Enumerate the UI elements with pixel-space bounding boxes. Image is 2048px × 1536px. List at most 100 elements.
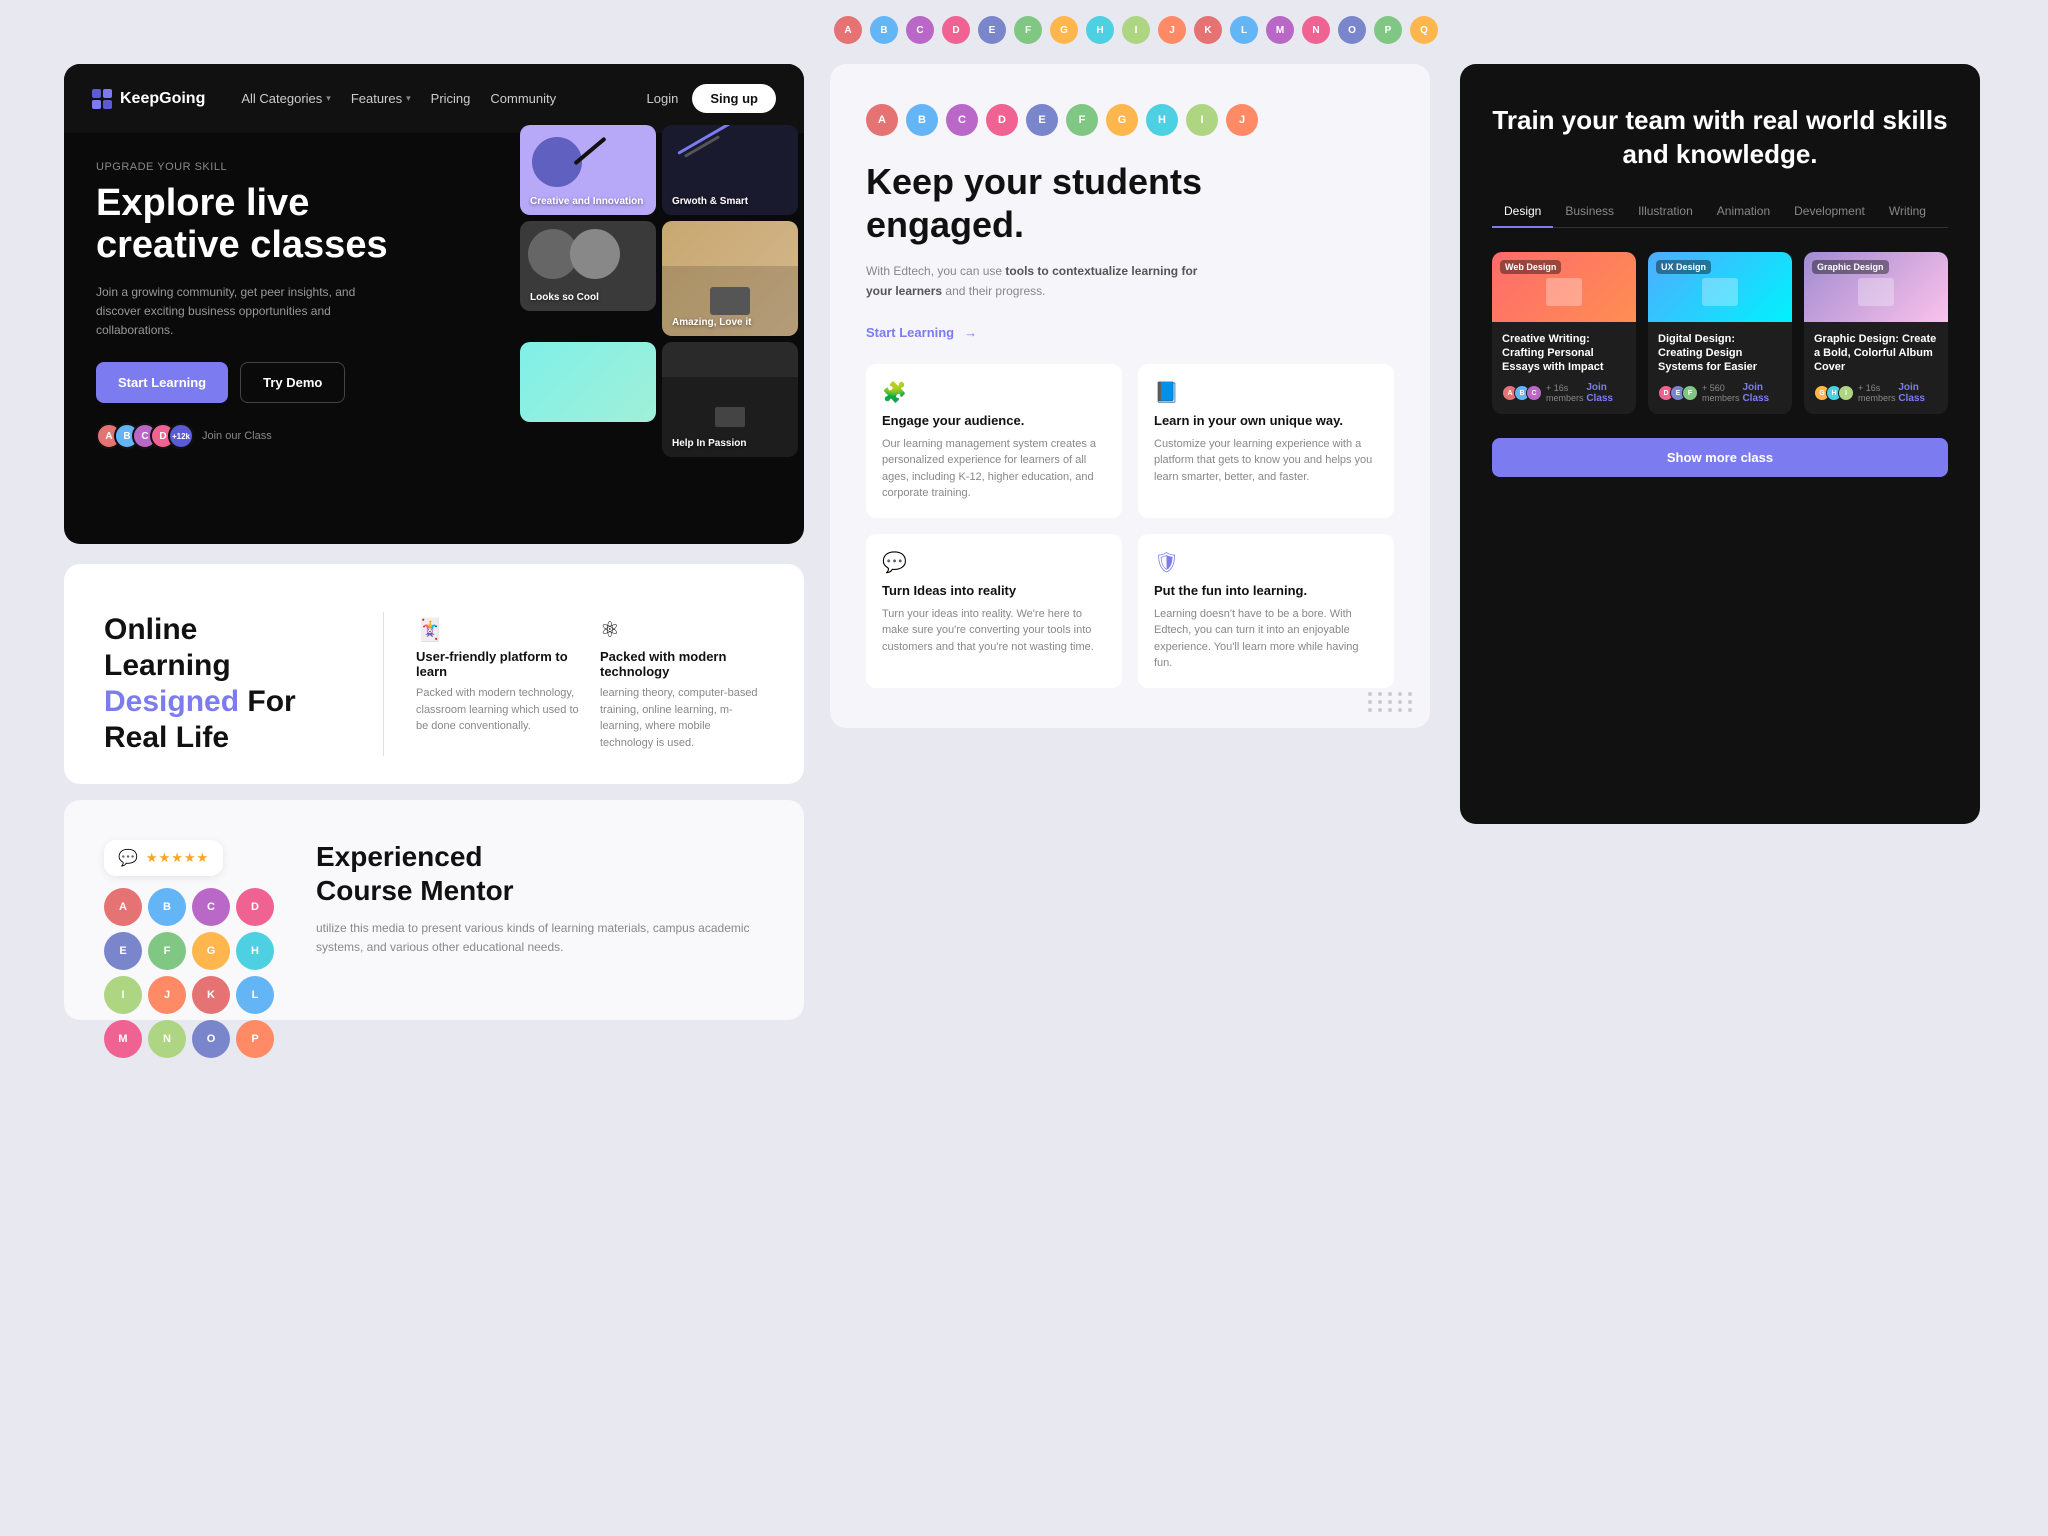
join-text: Join our Class (202, 430, 272, 442)
tab-development[interactable]: Development (1782, 196, 1877, 227)
feature-card-title: Put the fun into learning. (1154, 583, 1378, 598)
avatar: M (1266, 16, 1294, 44)
nav-features[interactable]: Features ▾ (351, 91, 411, 106)
feature-card-title: Turn Ideas into reality (882, 583, 1106, 598)
features-cards: 🧩 Engage your audience. Our learning man… (866, 364, 1394, 688)
top-strip: A B C D E F G H I J K L M N O P Q (810, 0, 2048, 60)
chat-icon: 💬 (882, 550, 1106, 575)
join-class-link[interactable]: Join Class (1586, 382, 1626, 404)
mentor-section: 💬 ★★★★★ A B C D E F G H I J K L M N O P … (64, 800, 804, 1020)
feature-card-engage: 🧩 Engage your audience. Our learning man… (866, 364, 1122, 518)
feature-item: ⚛ Packed with modern technology learning… (600, 617, 764, 751)
decorative-dots (1368, 692, 1414, 712)
online-learning-title: Online Learning Designed For Real Life (104, 612, 296, 756)
course-card: Graphic Design Graphic Design: Create a … (1804, 252, 1948, 415)
join-class-link[interactable]: Join Class (1898, 382, 1938, 404)
avatar: C (906, 16, 934, 44)
avatar: N (1302, 16, 1330, 44)
rating-badge: 💬 ★★★★★ (104, 840, 223, 876)
book-icon: 📘 (1154, 380, 1378, 405)
nav-actions: Login Sing up (647, 84, 776, 113)
avatar: L (236, 976, 274, 1014)
online-learning-section: Online Learning Designed For Real Life 🃏… (64, 564, 804, 784)
course-members: + 16s members (1546, 383, 1586, 403)
avatar: C (946, 104, 978, 136)
avatar: I (1838, 385, 1854, 401)
tab-business[interactable]: Business (1553, 196, 1626, 227)
students-avatars: A B C D E F G H I J (866, 104, 1394, 136)
avatar: O (1338, 16, 1366, 44)
avatar: E (104, 932, 142, 970)
nav-all-categories[interactable]: All Categories ▾ (241, 91, 330, 106)
avatar: H (236, 932, 274, 970)
course-card: UX Design Digital Design: Creating Desig… (1648, 252, 1792, 415)
nav-pricing[interactable]: Pricing (431, 91, 471, 106)
avatar: K (1194, 16, 1222, 44)
course-info: Creative Writing: Crafting Personal Essa… (1492, 322, 1636, 415)
tab-animation[interactable]: Animation (1705, 196, 1782, 227)
feature-card-desc: Customize your learning experience with … (1154, 436, 1378, 486)
course-thumb: UX Design (1648, 252, 1792, 322)
puzzle-icon: 🧩 (882, 380, 1106, 405)
chevron-down-icon: ▾ (326, 93, 331, 104)
avatar: A (866, 104, 898, 136)
chat-icon: 💬 (118, 848, 138, 868)
try-demo-button[interactable]: Try Demo (240, 362, 345, 403)
avatar: K (192, 976, 230, 1014)
course-info: Graphic Design: Create a Bold, Colorful … (1804, 322, 1948, 415)
course-category: UX Design (1656, 260, 1711, 274)
avatar: G (1050, 16, 1078, 44)
train-section: Train your team with real world skills a… (1460, 64, 1980, 824)
feature-card-learn: 📘 Learn in your own unique way. Customiz… (1138, 364, 1394, 518)
mentor-text: Experienced Course Mentor utilize this m… (316, 840, 764, 958)
course-meta: D E F + 560 members Join Class (1658, 382, 1782, 404)
avatar: O (192, 1020, 230, 1058)
course-avatars: A B C (1502, 385, 1542, 401)
avatar: H (1146, 104, 1178, 136)
avatar: B (906, 104, 938, 136)
shield-icon: 🛡 (1154, 550, 1378, 575)
login-button[interactable]: Login (647, 91, 679, 106)
avatar: F (1682, 385, 1698, 401)
avatar: H (1086, 16, 1114, 44)
feature-title: User-friendly platform to learn (416, 649, 580, 679)
hero-content: UPGRADE YOUR SKILL Explore live creative… (64, 133, 804, 449)
avatar: P (1374, 16, 1402, 44)
start-learning-button[interactable]: Start Learning (96, 362, 228, 403)
hero-description: Join a growing community, get peer insig… (96, 283, 396, 341)
avatar-grid: A B C D E F G H I J K L M N O P (104, 888, 284, 1058)
logo-icon (92, 89, 112, 109)
tab-design[interactable]: Design (1492, 196, 1553, 228)
features-grid: 🃏 User-friendly platform to learn Packed… (384, 612, 764, 756)
avatar: D (236, 888, 274, 926)
feature-card-desc: Our learning management system creates a… (882, 436, 1106, 502)
students-engaged-desc: With Edtech, you can use tools to contex… (866, 262, 1226, 300)
course-category: Graphic Design (1812, 260, 1889, 274)
avatar-stack: A B C D +12k (96, 423, 194, 449)
show-more-button[interactable]: Show more class (1492, 438, 1948, 477)
tab-illustration[interactable]: Illustration (1626, 196, 1705, 227)
avatar: C (1526, 385, 1542, 401)
avatar: M (104, 1020, 142, 1058)
signup-button[interactable]: Sing up (692, 84, 776, 113)
brand-name: KeepGoing (120, 90, 205, 108)
nav-community[interactable]: Community (490, 91, 556, 106)
train-tabs: Design Business Illustration Animation D… (1492, 196, 1948, 228)
course-meta: G H I + 16s members Join Class (1814, 382, 1938, 404)
avatar: J (1226, 104, 1258, 136)
logo: KeepGoing (92, 89, 205, 109)
avatar-count: +12k (168, 423, 194, 449)
mentor-avatars: 💬 ★★★★★ A B C D E F G H I J K L M N O P (104, 840, 284, 1058)
avatar: I (1186, 104, 1218, 136)
avatar: N (148, 1020, 186, 1058)
avatar: J (148, 976, 186, 1014)
course-info: Digital Design: Creating Design Systems … (1648, 322, 1792, 415)
join-class-link[interactable]: Join Class (1742, 382, 1782, 404)
avatar: I (1122, 16, 1150, 44)
course-title: Graphic Design: Create a Bold, Colorful … (1814, 332, 1938, 375)
hero-buttons: Start Learning Try Demo (96, 362, 772, 403)
avatar: B (870, 16, 898, 44)
right-cta[interactable]: Start Learning → (866, 325, 1394, 340)
atom-icon: ⚛ (600, 617, 764, 643)
tab-writing[interactable]: Writing (1877, 196, 1938, 227)
